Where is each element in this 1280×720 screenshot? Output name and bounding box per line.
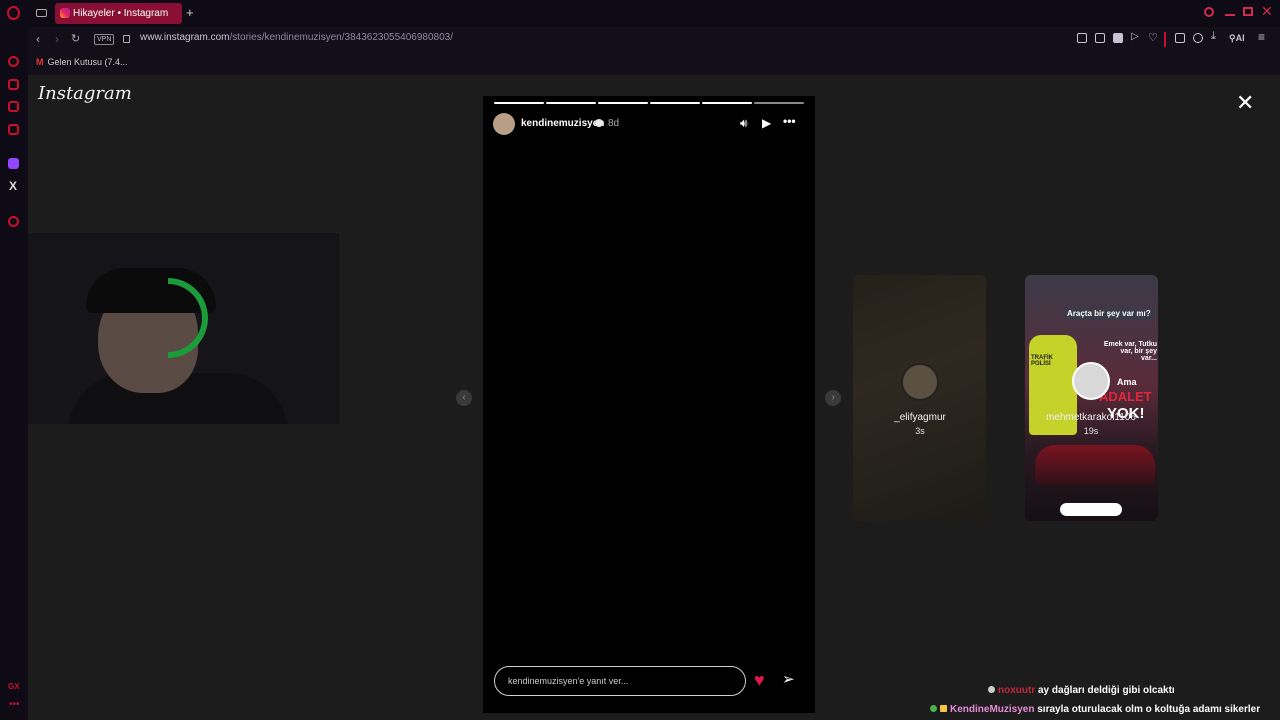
bookmark-gmail[interactable]: M Gelen Kutusu (7.4... [36,57,128,67]
download-icon[interactable]: ⤓ [1211,30,1216,43]
story-username[interactable]: kendinemuzisyen [521,118,604,129]
bookmark-label: Gelen Kutusu (7.4... [47,57,128,67]
next-story-button[interactable]: › [825,390,841,406]
instagram-favicon-icon [60,8,70,18]
menu-icon[interactable]: ≡ [1258,30,1265,44]
url-path: /stories/kendinemuzisyen/384362305540698… [229,32,453,43]
chat-message: noxuutr ay dağları deldiği gibi olcaktı [988,685,1175,696]
chat-username: KendineMuzisyen [950,704,1035,715]
chat-badge-icon [930,705,937,712]
twitch-icon[interactable] [8,158,19,169]
gx-icon[interactable]: GX [8,682,20,691]
police-badge: TRAFİK POLİSİ [1031,355,1053,367]
maximize-icon[interactable] [1243,7,1253,16]
story-preview-username: mehmetkarakol1106 [1046,412,1136,423]
story-preview-username: _elifyagmur [894,412,946,423]
reply-input[interactable]: kendinemuzisyen'e yanıt ver... [494,666,746,696]
card-pill [1060,503,1122,516]
bag-icon[interactable] [8,79,19,90]
progress-segment [702,102,752,104]
lock-icon [123,35,130,43]
chat-text: sırayla oturulacak olm o koltuğa adamı s… [1037,704,1261,715]
story-preview-time: 3s [915,426,925,436]
story-time: 8d [608,118,620,129]
tab-bar: Hikayeler • Instagram + ✕ [0,0,1280,27]
shield-icon[interactable] [1113,33,1123,43]
webcam-overlay [28,233,339,424]
tab-instagram[interactable]: Hikayeler • Instagram [55,3,182,24]
opera-logo-icon[interactable] [7,6,20,20]
vpn-badge[interactable]: VPN [94,34,115,45]
story-preview-time: 19s [1083,426,1099,436]
send-icon[interactable]: ➢ [782,670,795,688]
progress-segment [546,102,596,104]
tab-title: Hikayeler • Instagram [73,8,169,19]
mail-icon[interactable] [8,124,19,135]
close-window-icon[interactable]: ✕ [1261,3,1273,20]
browser-sidebar: X GX ••• [0,27,28,720]
chat-message: KendineMuzisyen sırayla oturulacak olm o… [930,704,1260,715]
more-icon[interactable]: ••• [783,114,796,128]
sound-icon[interactable]: 🔊︎ [740,116,748,131]
card-text-big1: Ama [1117,377,1137,387]
card-text-mid: Emek var, Tutku var, bir şey var... [1103,341,1157,362]
verified-badge-icon [595,119,603,127]
profile-icon[interactable] [1193,33,1203,43]
more-sidebar-icon[interactable]: ••• [9,699,20,710]
x-icon[interactable]: X [9,179,17,193]
chat-badge-icon [940,705,947,712]
gmail-icon: M [36,57,44,67]
forward-icon[interactable]: › [55,32,59,46]
tab-overview-icon[interactable] [36,9,47,17]
chat-username: noxuutr [998,685,1036,696]
back-icon[interactable]: ‹ [36,32,40,46]
address-bar: ‹ › ↻ VPN www.instagram.com/stories/kend… [28,27,1280,53]
url-field[interactable]: www.instagram.com/stories/kendinemuzisye… [140,32,453,43]
bookmarks-bar: M Gelen Kutusu (7.4... [28,53,1280,75]
close-stories-button[interactable]: ✕ [1236,90,1254,116]
instagram-logo[interactable]: Instagram [38,83,132,104]
progress-segment [494,102,544,104]
ai-label: AI [1235,33,1245,43]
car-shape [1035,445,1155,485]
messenger-icon[interactable] [8,101,19,112]
play-extension-icon[interactable]: ▷ [1131,31,1139,42]
avatar [901,363,939,401]
new-tab-button[interactable]: + [186,5,194,20]
add-icon[interactable] [8,216,19,227]
heart-icon[interactable]: ♥ [754,670,765,691]
aria-ai-button[interactable]: ⚲AI [1229,33,1245,44]
url-domain: www.instagram.com [140,32,230,43]
card-text-top: Araçta bir şey var mı? [1063,307,1155,320]
play-icon[interactable]: ▶ [762,116,771,130]
snapshot-icon[interactable] [1095,33,1105,43]
previous-story-button[interactable]: ‹ [456,390,472,406]
avatar[interactable] [493,113,515,135]
divider [1164,32,1166,47]
speed-dial-icon[interactable] [8,56,19,67]
chat-badge-icon [988,686,995,693]
story-viewer[interactable]: kendinemuzisyen 8d 🔊︎ ▶ ••• kendinemuzis… [483,96,815,713]
chat-text: ay dağları deldiği gibi olcaktı [1038,685,1175,696]
bookmark-icon[interactable] [1077,33,1087,43]
progress-segment [598,102,648,104]
progress-segment [650,102,700,104]
reload-icon[interactable]: ↻ [71,32,80,45]
extensions-icon[interactable] [1175,33,1185,43]
search-icon[interactable] [1204,7,1214,17]
minimize-icon[interactable] [1225,14,1235,16]
heart-extension-icon[interactable]: ♡ [1148,31,1158,44]
progress-segment [754,102,804,104]
avatar [1072,362,1110,400]
